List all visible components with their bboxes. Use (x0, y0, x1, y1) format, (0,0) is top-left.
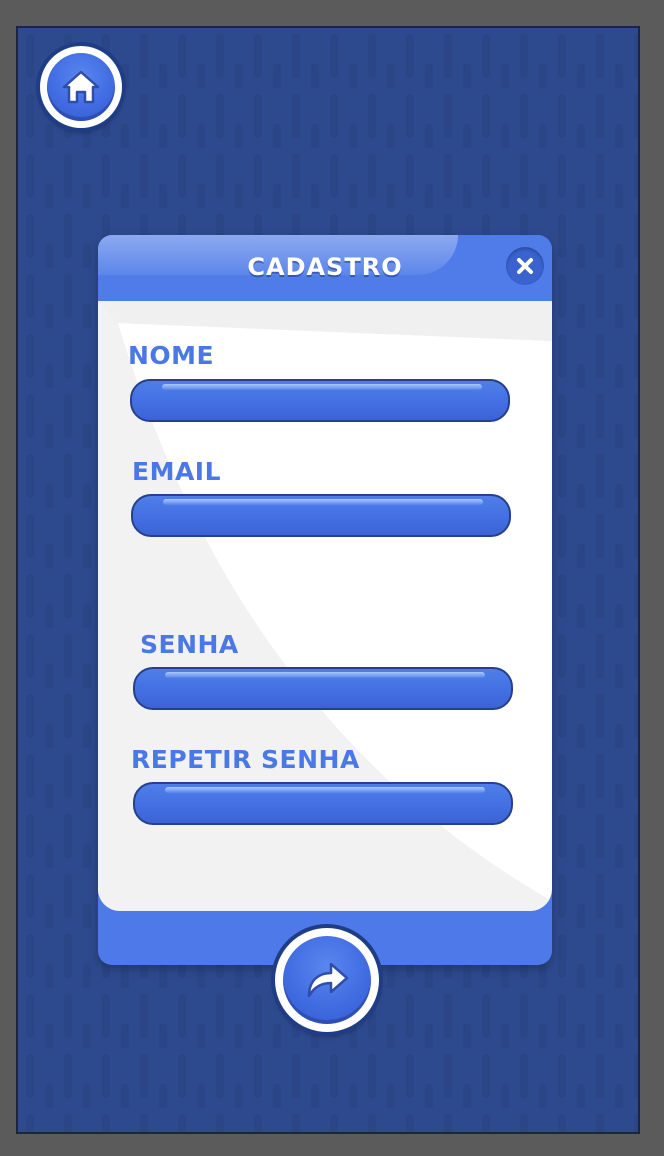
forward-arrow-icon (307, 962, 349, 998)
submit-button-face (283, 936, 371, 1024)
home-button[interactable] (40, 46, 122, 128)
home-icon (62, 70, 100, 104)
email-input[interactable] (133, 496, 509, 535)
name-label: NOME (128, 341, 215, 370)
close-button[interactable] (506, 247, 544, 285)
register-panel: CADASTRO NOME EMAIL SENHA REPETIR SENHA (98, 235, 552, 965)
repeat-password-input[interactable] (135, 784, 511, 823)
name-field[interactable] (130, 379, 510, 422)
panel-header: CADASTRO (98, 235, 552, 301)
name-input[interactable] (132, 381, 508, 420)
game-screen: CADASTRO NOME EMAIL SENHA REPETIR SENHA (16, 26, 640, 1134)
password-field[interactable] (133, 667, 513, 710)
submit-button[interactable] (275, 928, 379, 1032)
panel-title: CADASTRO (247, 253, 403, 281)
close-icon (517, 258, 533, 274)
email-label: EMAIL (132, 457, 222, 486)
repeat-password-label: REPETIR SENHA (131, 745, 360, 774)
password-label: SENHA (140, 630, 239, 659)
panel-body: NOME EMAIL SENHA REPETIR SENHA (98, 301, 552, 911)
email-field[interactable] (131, 494, 511, 537)
repeat-password-field[interactable] (133, 782, 513, 825)
password-input[interactable] (135, 669, 511, 708)
home-button-face (47, 53, 115, 121)
